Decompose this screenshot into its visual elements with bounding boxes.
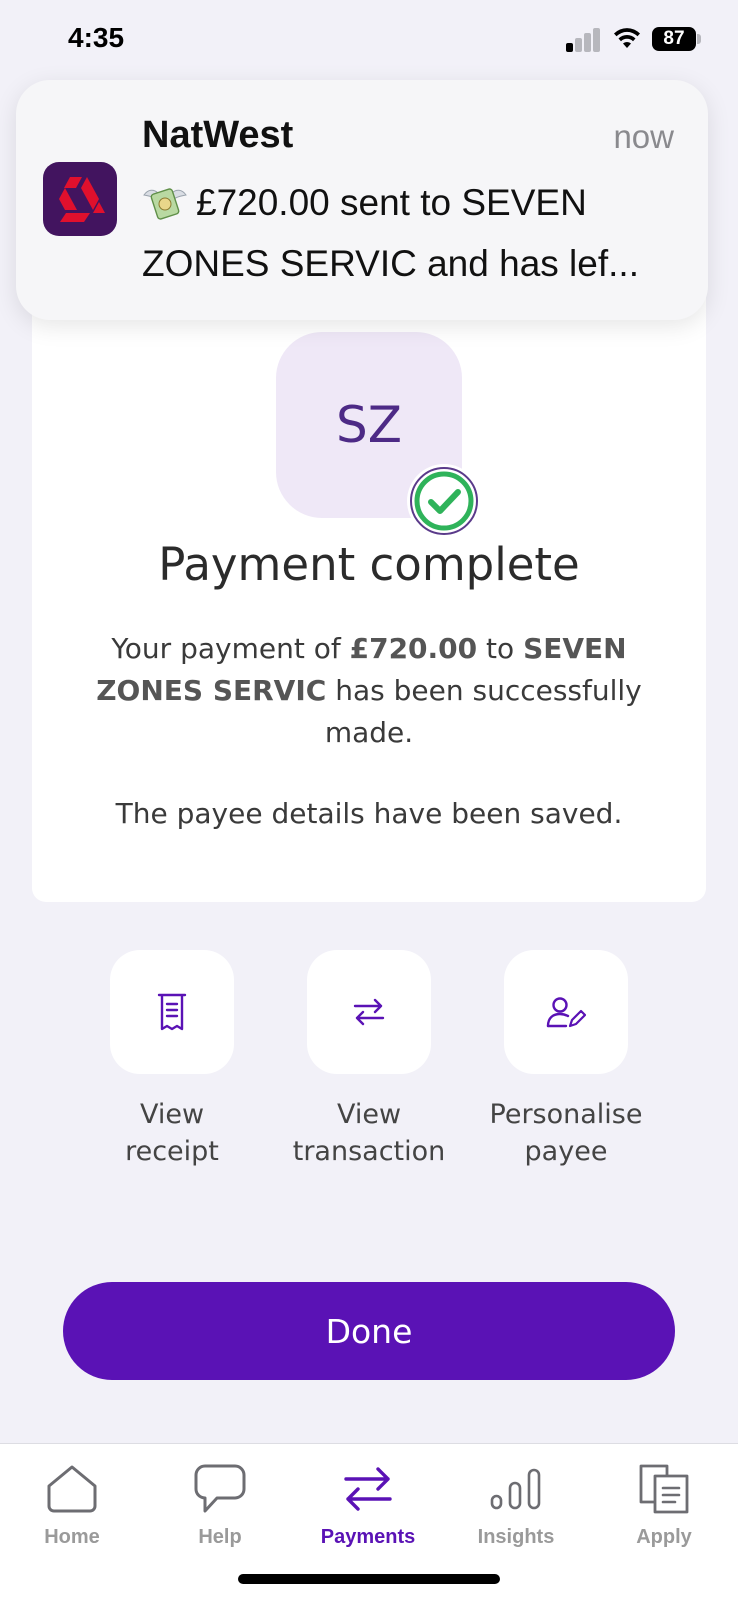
tab-apply-label: Apply bbox=[636, 1526, 692, 1548]
tab-apply[interactable]: Apply bbox=[604, 1454, 724, 1549]
transfer-arrows-icon bbox=[353, 998, 385, 1026]
bar-chart-icon bbox=[490, 1468, 541, 1510]
tab-home-label: Home bbox=[44, 1526, 100, 1548]
done-button[interactable]: Done bbox=[63, 1282, 675, 1380]
message-mid: to bbox=[477, 632, 524, 665]
push-notification[interactable]: NatWest now £720.00 sent to SEVEN ZONES … bbox=[16, 80, 708, 320]
view-receipt-action[interactable]: View receipt bbox=[72, 950, 272, 1170]
person-edit-icon bbox=[546, 997, 586, 1028]
tab-payments-label: Payments bbox=[320, 1526, 416, 1548]
documents-icon bbox=[639, 1464, 689, 1514]
tab-help[interactable]: Help bbox=[160, 1454, 280, 1549]
label-line: transaction bbox=[292, 1136, 446, 1167]
tab-insights-label: Insights bbox=[477, 1526, 555, 1548]
payee-saved-note: The payee details have been saved. bbox=[115, 797, 623, 830]
receipt-icon bbox=[157, 993, 187, 1031]
money-with-wings-icon bbox=[143, 188, 187, 220]
personalise-payee-action[interactable]: Personalise payee bbox=[466, 950, 666, 1170]
success-check-icon bbox=[407, 464, 481, 538]
battery-tip bbox=[697, 34, 701, 44]
label-line: View bbox=[139, 1099, 205, 1130]
tab-help-label: Help bbox=[198, 1526, 242, 1548]
wifi-icon bbox=[614, 28, 640, 48]
tab-home[interactable]: Home bbox=[12, 1454, 132, 1549]
notification-time: now bbox=[613, 118, 674, 155]
chat-bubble-icon bbox=[194, 1464, 246, 1513]
personalise-payee-button[interactable] bbox=[504, 950, 628, 1074]
view-receipt-button[interactable] bbox=[110, 950, 234, 1074]
personalise-payee-label: Personalise payee bbox=[466, 1096, 666, 1170]
notification-message: £720.00 sent to SEVEN ZONES SERVIC and h… bbox=[142, 182, 639, 284]
natwest-logo-icon bbox=[59, 177, 105, 222]
page-title: Payment complete bbox=[158, 538, 580, 591]
payment-amount: £720.00 bbox=[349, 632, 478, 665]
home-icon bbox=[47, 1465, 97, 1513]
view-transaction-action[interactable]: View transaction bbox=[269, 950, 469, 1170]
view-transaction-label: View transaction bbox=[269, 1096, 469, 1170]
status-time: 4:35 bbox=[68, 22, 125, 53]
view-receipt-label: View receipt bbox=[72, 1096, 272, 1170]
message-prefix: Your payment of bbox=[111, 632, 350, 665]
label-line: receipt bbox=[125, 1136, 219, 1167]
label-line: View bbox=[336, 1099, 402, 1130]
label-line: Personalise bbox=[489, 1099, 643, 1130]
label-line: payee bbox=[524, 1136, 608, 1167]
message-suffix: has been successfully made. bbox=[324, 674, 642, 749]
home-indicator bbox=[238, 1574, 500, 1584]
tab-payments[interactable]: Payments bbox=[308, 1454, 428, 1549]
transfer-arrows-icon bbox=[344, 1467, 392, 1511]
tab-insights[interactable]: Insights bbox=[456, 1454, 576, 1549]
cellular-signal-icon bbox=[566, 28, 602, 52]
confirmation-message: Your payment of £720.00 to SEVEN ZONES S… bbox=[90, 628, 648, 754]
payee-initials: SZ bbox=[336, 396, 402, 454]
battery-level: 87 bbox=[652, 27, 696, 51]
status-bar: 4:35 87 bbox=[0, 0, 738, 80]
notification-body: £720.00 sent to SEVEN ZONES SERVIC and h… bbox=[142, 172, 682, 294]
notification-app-name: NatWest bbox=[142, 114, 294, 156]
natwest-app-icon bbox=[43, 162, 117, 236]
view-transaction-button[interactable] bbox=[307, 950, 431, 1074]
